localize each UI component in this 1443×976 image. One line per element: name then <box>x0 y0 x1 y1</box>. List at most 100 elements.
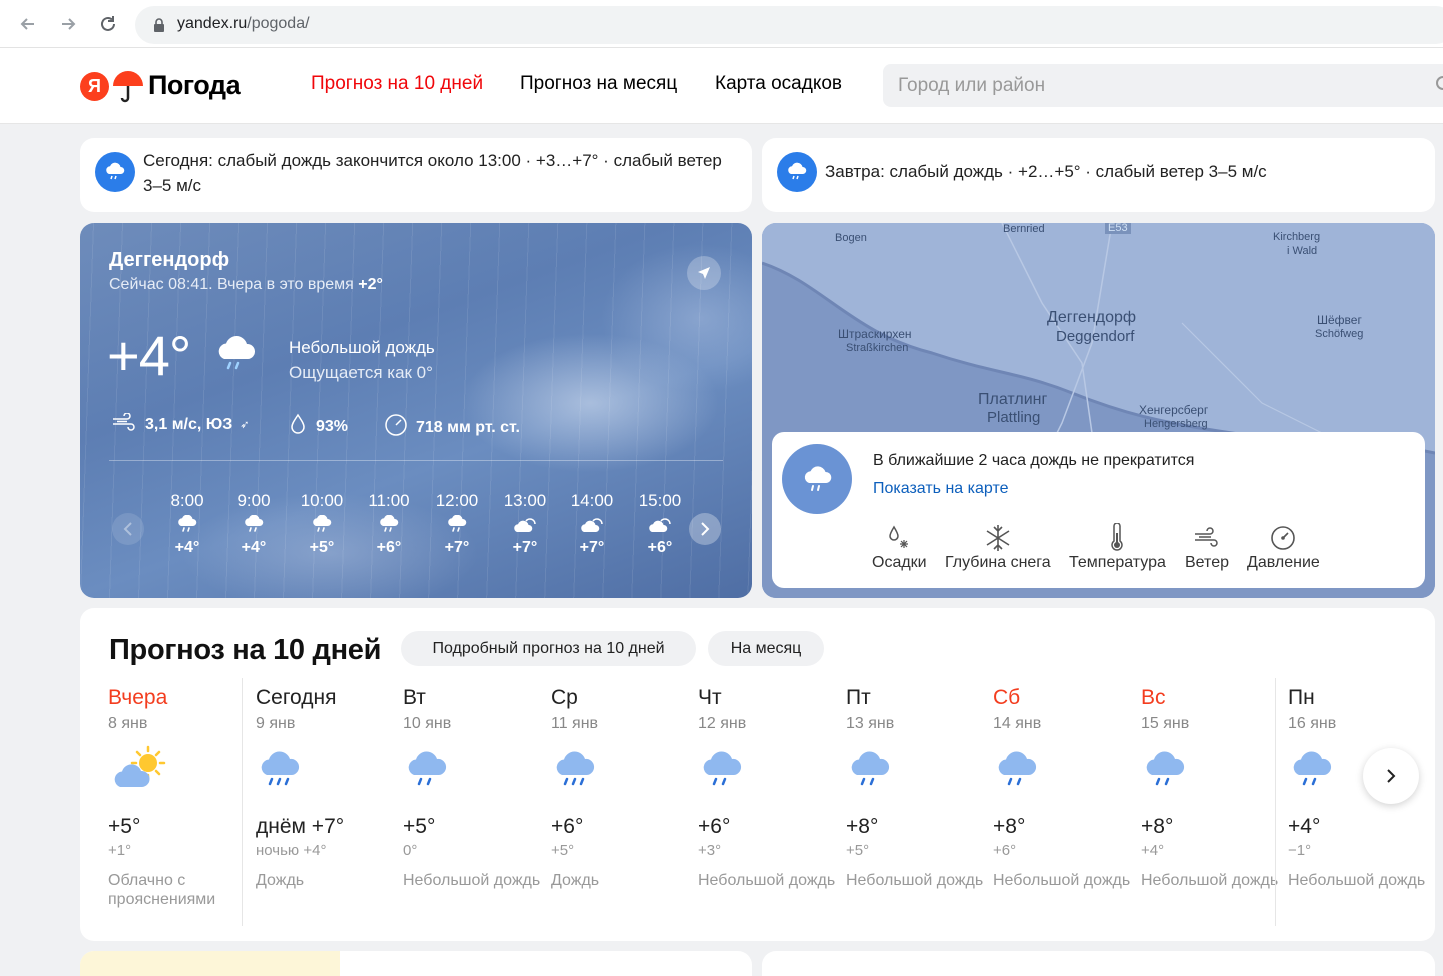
map-label: Деггендорф <box>1047 309 1137 326</box>
forecast-day[interactable]: Вчера 8 янв +5° +1° Облачно с прояснениями <box>108 686 248 909</box>
rain-icon <box>229 511 279 539</box>
layer-label: Глубина снега <box>945 554 1051 571</box>
hourly-item[interactable]: 12:00 +7° <box>432 491 482 557</box>
reload-icon[interactable] <box>96 12 120 36</box>
nav-forecast-10-days[interactable]: Прогноз на 10 дней <box>311 73 483 95</box>
map-label: Bernried <box>1003 223 1045 235</box>
day-name: Вчера <box>108 686 168 709</box>
forward-icon[interactable] <box>56 12 80 36</box>
day-name: Вт <box>403 686 426 709</box>
hour-temp: +7° <box>579 539 605 556</box>
tomorrow-alert-card[interactable]: Завтра: слабый дождь · +2…+5° · слабый в… <box>762 138 1435 212</box>
day-date: 16 янв <box>1288 715 1337 732</box>
map-label: Хенгерсберг <box>1139 403 1209 417</box>
current-temperature: +4° <box>107 324 191 387</box>
site-title[interactable]: Погода <box>148 70 241 101</box>
city-search-input[interactable] <box>883 64 1443 107</box>
map-label: i Wald <box>1287 245 1318 257</box>
forecast-day[interactable]: Чт 12 янв +6° +3° Небольшой дождь <box>698 686 838 890</box>
feels-like: Ощущается как 0° <box>289 363 433 382</box>
layer-wind[interactable]: Ветер <box>1185 522 1229 572</box>
rain-cloud-icon <box>212 333 260 380</box>
forecast-title: Прогноз на 10 дней <box>109 634 382 666</box>
hourly-next-button[interactable] <box>689 513 721 545</box>
hourly-item[interactable]: 9:00 +4° <box>229 491 279 557</box>
day-low-temp: +5° <box>846 842 870 859</box>
hour-temp: +5° <box>309 539 335 556</box>
hourly-item[interactable]: 13:00 +7° <box>500 491 550 557</box>
day-high-temp: +5° <box>108 815 141 838</box>
rain-icon <box>432 511 482 539</box>
map-label: Штраскирхен <box>838 327 912 341</box>
city-name[interactable]: Деггендорф <box>109 249 229 272</box>
today-alert-card[interactable]: Сегодня: слабый дождь закончится около 1… <box>80 138 752 212</box>
map-label: Schöfweg <box>1315 328 1364 340</box>
light-rain-icon <box>403 745 543 805</box>
forecast-day[interactable]: Ср 11 янв +6° +5° Дождь <box>551 686 691 890</box>
day-high-temp: +6° <box>551 815 584 838</box>
forecast-day[interactable]: Сегодня 9 янв днём +7° ночью +4° Дождь <box>256 686 396 890</box>
rain-cloud-icon <box>782 444 852 514</box>
detailed-forecast-button[interactable]: Подробный прогноз на 10 дней <box>401 631 696 666</box>
current-condition: Небольшой дождь <box>289 338 435 357</box>
hourly-item[interactable]: 8:00 +4° <box>162 491 212 557</box>
hourly-item[interactable]: 14:00 +7° <box>567 491 617 557</box>
tomorrow-alert-text: Завтра: слабый дождь · +2…+5° · слабый в… <box>825 162 1267 181</box>
layer-precipitation[interactable]: Осадки <box>872 522 927 572</box>
wind-icon <box>111 412 137 436</box>
forecast-day[interactable]: Сб 14 янв +8° +6° Небольшой дождь <box>993 686 1133 890</box>
partly-cloudy-icon <box>108 745 248 805</box>
precipitation-icon <box>872 522 927 554</box>
day-name: Пт <box>846 686 871 709</box>
hour-time: 10:00 <box>300 491 344 510</box>
hour-time: 8:00 <box>170 491 204 510</box>
show-on-map-link[interactable]: Показать на карте <box>873 480 1008 498</box>
day-date: 8 янв <box>108 715 148 732</box>
back-icon[interactable] <box>16 12 40 36</box>
day-low-temp: +3° <box>698 842 722 859</box>
wind-stat: 3,1 м/с, ЮЗ ➶ <box>111 412 250 436</box>
hour-temp: +6° <box>376 539 402 556</box>
month-forecast-button[interactable]: На месяц <box>708 631 824 666</box>
next-card-partial <box>762 951 1435 976</box>
map-label: Deggendorf <box>1056 328 1135 345</box>
nav-forecast-month[interactable]: Прогноз на месяц <box>520 73 677 95</box>
day-date: 10 янв <box>403 715 452 732</box>
layer-temperature[interactable]: Температура <box>1069 522 1166 572</box>
forecast-day[interactable]: Вс 15 янв +8° +4° Небольшой дождь <box>1141 686 1281 890</box>
hour-temp: +4° <box>241 539 267 556</box>
wind-icon <box>1185 522 1229 554</box>
forecast-day[interactable]: Вт 10 янв +5° 0° Небольшой дождь <box>403 686 543 890</box>
day-high-temp: +5° <box>403 815 436 838</box>
cloudy-icon <box>567 511 617 539</box>
day-low-temp: +5° <box>551 842 575 859</box>
location-arrow-icon[interactable] <box>687 256 721 290</box>
yandex-logo[interactable]: Я <box>80 72 109 101</box>
today-alert-text: Сегодня: слабый дождь закончится около 1… <box>143 151 722 195</box>
hourly-prev-button[interactable] <box>112 513 144 545</box>
day-high-temp: +8° <box>846 815 879 838</box>
search-icon[interactable] <box>1435 75 1443 100</box>
hourly-item[interactable]: 11:00 +6° <box>364 491 414 557</box>
address-bar[interactable]: yandex.ru/pogoda/ <box>135 6 1443 44</box>
forecast-day[interactable]: Пт 13 янв +8° +5° Небольшой дождь <box>846 686 986 890</box>
humidity-value: 93% <box>316 417 349 435</box>
current-weather-card: Деггендорф Сейчас 08:41. Вчера в это вре… <box>80 223 752 598</box>
layer-pressure[interactable]: Давление <box>1247 522 1320 572</box>
url-text: yandex.ru/pogoda/ <box>177 15 310 32</box>
light-rain-icon <box>993 745 1133 805</box>
map-road-label: E53 <box>1105 223 1131 234</box>
day-low-temp: 0° <box>403 842 418 859</box>
day-date: 13 янв <box>846 715 895 732</box>
nowcast-text: В ближайшие 2 часа дождь не прекратится <box>873 452 1195 469</box>
hourly-item[interactable]: 10:00 +5° <box>297 491 347 557</box>
day-high-temp: днём +7° <box>256 815 345 838</box>
umbrella-logo-icon[interactable] <box>111 70 145 109</box>
nav-precipitation-map[interactable]: Карта осадков <box>715 73 842 95</box>
day-high-temp: +4° <box>1288 815 1321 838</box>
hourly-item[interactable]: 15:00 +6° <box>635 491 685 557</box>
pressure-stat: 718 мм рт. ст. <box>384 413 520 442</box>
layer-snow-depth[interactable]: Глубина снега <box>945 522 1051 572</box>
forecast-next-button[interactable] <box>1363 748 1419 804</box>
day-low-temp: +6° <box>993 842 1017 859</box>
